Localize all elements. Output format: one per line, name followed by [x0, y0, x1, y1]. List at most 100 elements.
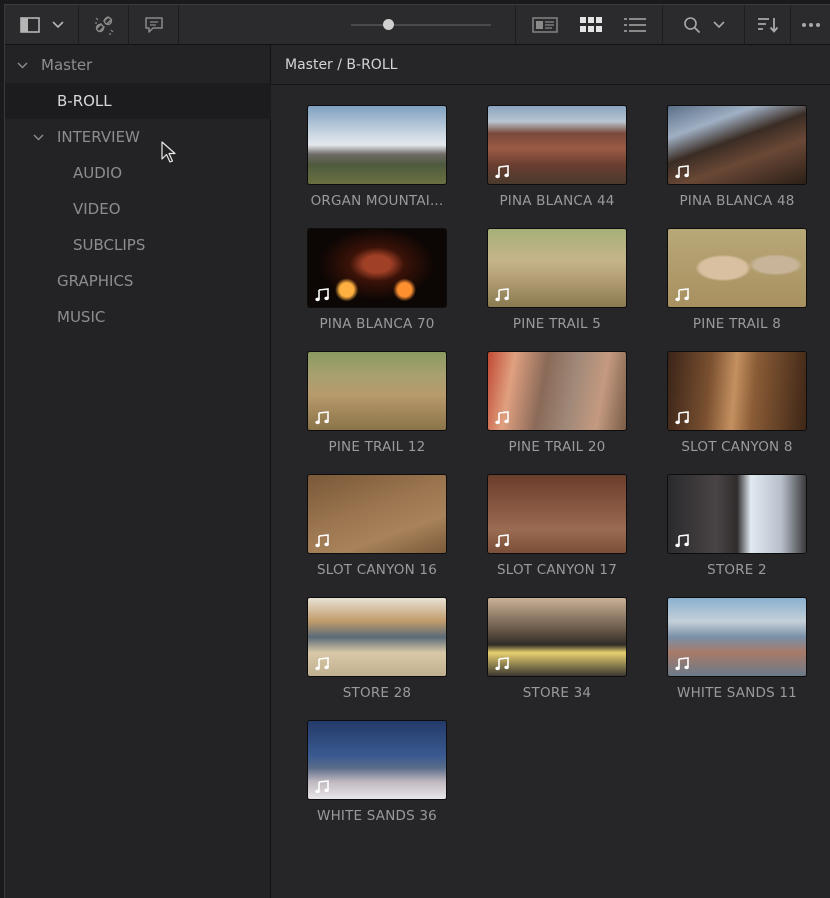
- clip-thumbnail[interactable]: [307, 597, 447, 677]
- media-pool-content: Master / B-ROLL ORGAN MOUNTAI... PINA BLA…: [271, 45, 830, 898]
- audio-note-icon: [315, 656, 329, 671]
- audio-note-icon: [675, 287, 689, 302]
- bin-label: B-ROLL: [57, 92, 112, 110]
- clip-item[interactable]: PINE TRAIL 20: [467, 351, 627, 467]
- clip-item[interactable]: WHITE SANDS 36: [287, 720, 447, 836]
- unlink-icon: [93, 15, 115, 35]
- audio-note-icon: [675, 533, 689, 548]
- audio-note-icon: [675, 164, 689, 179]
- clip-name: PINA BLANCA 44: [499, 193, 615, 209]
- chevron-down-icon[interactable]: [31, 130, 45, 144]
- clip-thumbnail[interactable]: [487, 351, 627, 431]
- clip-thumbnail[interactable]: [307, 720, 447, 800]
- bin-label: SUBCLIPS: [73, 236, 146, 254]
- clip-thumbnail[interactable]: [667, 105, 807, 185]
- audio-note-icon: [495, 164, 509, 179]
- clip-name: STORE 34: [522, 685, 592, 701]
- toolbar: [5, 5, 830, 45]
- clip-item[interactable]: PINA BLANCA 48: [647, 105, 807, 221]
- audio-note-icon: [315, 533, 329, 548]
- thumbnail-view-icon[interactable]: [580, 17, 602, 33]
- bin-music[interactable]: MUSIC: [5, 299, 271, 335]
- list-view-icon[interactable]: [624, 17, 646, 33]
- clip-item[interactable]: PINA BLANCA 70: [287, 228, 447, 344]
- comment-button[interactable]: [129, 5, 179, 45]
- breadcrumb: Master / B-ROLL: [271, 45, 830, 85]
- clip-name: PINE TRAIL 12: [328, 439, 426, 455]
- clip-thumbnail[interactable]: [487, 474, 627, 554]
- search-chevron-icon[interactable]: [712, 21, 725, 29]
- clip-thumbnail[interactable]: [487, 228, 627, 308]
- clip-thumbnail[interactable]: [307, 228, 447, 308]
- more-options-button[interactable]: [791, 5, 830, 45]
- clip-thumbnail[interactable]: [667, 597, 807, 677]
- metadata-view-icon[interactable]: [532, 17, 558, 33]
- bin-audio[interactable]: AUDIO: [5, 155, 271, 191]
- clip-thumbnail[interactable]: [487, 597, 627, 677]
- comment-icon: [143, 15, 165, 35]
- clip-name: PINE TRAIL 8: [692, 316, 782, 332]
- search-group[interactable]: [663, 5, 745, 45]
- sort-icon: [757, 16, 779, 34]
- clip-item[interactable]: ORGAN MOUNTAI...: [287, 105, 447, 221]
- clip-item[interactable]: PINE TRAIL 12: [287, 351, 447, 467]
- clip-item[interactable]: WHITE SANDS 11: [647, 597, 807, 713]
- clip-thumbnail[interactable]: [667, 474, 807, 554]
- unlink-button[interactable]: [79, 5, 129, 45]
- more-icon: [801, 22, 821, 28]
- bin-label: INTERVIEW: [57, 128, 140, 146]
- clip-item[interactable]: PINE TRAIL 8: [647, 228, 807, 344]
- clip-item[interactable]: SLOT CANYON 17: [467, 474, 627, 590]
- clip-name: PINE TRAIL 20: [508, 439, 606, 455]
- bin-list-sidebar: Master B-ROLL INTERVIEW AUDIO VIDEO SUBC…: [5, 45, 271, 898]
- clip-name: SLOT CANYON 17: [496, 562, 618, 578]
- clip-name: WHITE SANDS 36: [317, 808, 437, 824]
- chevron-down-icon[interactable]: [15, 58, 29, 72]
- clip-name: STORE 2: [707, 562, 767, 578]
- clip-name: PINA BLANCA 70: [319, 316, 435, 332]
- clip-thumbnail[interactable]: [307, 351, 447, 431]
- clip-thumbnail[interactable]: [667, 228, 807, 308]
- search-icon[interactable]: [683, 16, 701, 34]
- clip-thumbnail[interactable]: [307, 105, 447, 185]
- view-mode-group: [515, 5, 663, 45]
- clip-name: WHITE SANDS 11: [677, 685, 797, 701]
- clip-thumbnail[interactable]: [307, 474, 447, 554]
- bin-label: GRAPHICS: [57, 272, 134, 290]
- breadcrumb-text: Master / B-ROLL: [285, 56, 398, 73]
- bin-interview[interactable]: INTERVIEW: [5, 119, 271, 155]
- clip-name: PINE TRAIL 5: [512, 316, 602, 332]
- clip-item[interactable]: SLOT CANYON 8: [647, 351, 807, 467]
- clip-item[interactable]: PINA BLANCA 44: [467, 105, 627, 221]
- bin-video[interactable]: VIDEO: [5, 191, 271, 227]
- clip-item[interactable]: STORE 28: [287, 597, 447, 713]
- bin-graphics[interactable]: GRAPHICS: [5, 263, 271, 299]
- bin-master[interactable]: Master: [5, 47, 271, 83]
- audio-note-icon: [495, 410, 509, 425]
- thumbnail-image: [308, 106, 446, 184]
- clip-item[interactable]: SLOT CANYON 16: [287, 474, 447, 590]
- bin-label: AUDIO: [73, 164, 123, 182]
- clip-item[interactable]: STORE 2: [647, 474, 807, 590]
- audio-note-icon: [675, 410, 689, 425]
- audio-note-icon: [315, 779, 329, 794]
- bin-subclips[interactable]: SUBCLIPS: [5, 227, 271, 263]
- chevron-down-icon[interactable]: [51, 21, 64, 29]
- zoom-slider-handle[interactable]: [383, 19, 394, 30]
- bin-label: Master: [41, 56, 93, 74]
- sidebar-toggle-icon[interactable]: [19, 17, 40, 33]
- audio-note-icon: [495, 533, 509, 548]
- clip-item[interactable]: PINE TRAIL 5: [467, 228, 627, 344]
- audio-note-icon: [495, 656, 509, 671]
- clip-thumbnail[interactable]: [667, 351, 807, 431]
- media-pool-window: Master B-ROLL INTERVIEW AUDIO VIDEO SUBC…: [4, 4, 830, 898]
- mouse-cursor-icon: [161, 141, 179, 165]
- clip-name: STORE 28: [342, 685, 412, 701]
- clip-name: PINA BLANCA 48: [679, 193, 795, 209]
- sort-button[interactable]: [745, 5, 791, 45]
- bin-b-roll[interactable]: B-ROLL: [5, 83, 271, 119]
- zoom-slider[interactable]: [351, 19, 491, 30]
- clip-item[interactable]: STORE 34: [467, 597, 627, 713]
- clip-thumbnail[interactable]: [487, 105, 627, 185]
- audio-note-icon: [495, 287, 509, 302]
